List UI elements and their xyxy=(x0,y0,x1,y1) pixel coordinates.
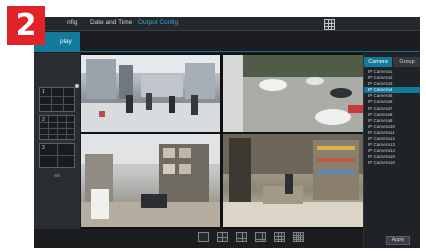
warehouse-scene xyxy=(81,134,220,227)
grid-view-icon[interactable] xyxy=(324,19,335,30)
split-4-button[interactable] xyxy=(217,232,228,242)
tab-row: play xyxy=(34,32,420,52)
layout-number: 3 xyxy=(42,145,45,151)
layout-preset-3[interactable]: 3 xyxy=(39,143,75,168)
layout-number: 1 xyxy=(42,89,45,95)
scroll-indicator[interactable] xyxy=(54,174,60,177)
camera-view-2[interactable] xyxy=(223,55,363,132)
camera-list-item[interactable]: IP Camera16 xyxy=(364,160,420,166)
tab-group[interactable]: Group xyxy=(393,57,420,67)
top-menu-bar: nfig Date and Time Output Config xyxy=(34,17,420,31)
camera-list-panel: Camera Group IP Camera1 IP Camera2 IP Came… xyxy=(363,53,420,248)
lobby-scene xyxy=(81,55,220,132)
camera-view-1[interactable] xyxy=(81,55,220,132)
layout-preset-1[interactable]: 1 xyxy=(39,87,75,112)
menu-date-and-time[interactable]: Date and Time xyxy=(90,19,132,26)
camera-view-3[interactable] xyxy=(81,134,220,227)
menu-output-config[interactable]: Output Config xyxy=(138,19,178,26)
layout-preset-2[interactable]: 2 xyxy=(39,115,75,140)
camera-view-4[interactable] xyxy=(223,134,363,227)
camera-list: IP Camera1 IP Camera2 IP Camera3 IP Camera4… xyxy=(364,69,420,167)
gear-icon[interactable] xyxy=(75,84,79,88)
split-1-button[interactable] xyxy=(198,232,209,242)
store-scene xyxy=(223,134,363,227)
split-9-button[interactable] xyxy=(274,232,285,242)
split-8-button[interactable] xyxy=(255,232,266,242)
parking-scene xyxy=(223,55,363,132)
split-16-button[interactable] xyxy=(293,232,304,242)
video-grid xyxy=(81,53,363,229)
layout-panel: 1 2 3 xyxy=(34,53,80,229)
step-number-badge: 2 xyxy=(7,6,45,45)
split-6-button[interactable] xyxy=(236,232,247,242)
split-screen-toolbar xyxy=(81,229,363,247)
apply-button[interactable]: Apply xyxy=(386,236,410,245)
nvr-window: nfig Date and Time Output Config play 1 … xyxy=(34,17,420,248)
camera-group-tabs: Camera Group xyxy=(364,57,420,67)
menu-config[interactable]: nfig xyxy=(67,19,77,26)
tab-camera[interactable]: Camera xyxy=(364,57,392,67)
